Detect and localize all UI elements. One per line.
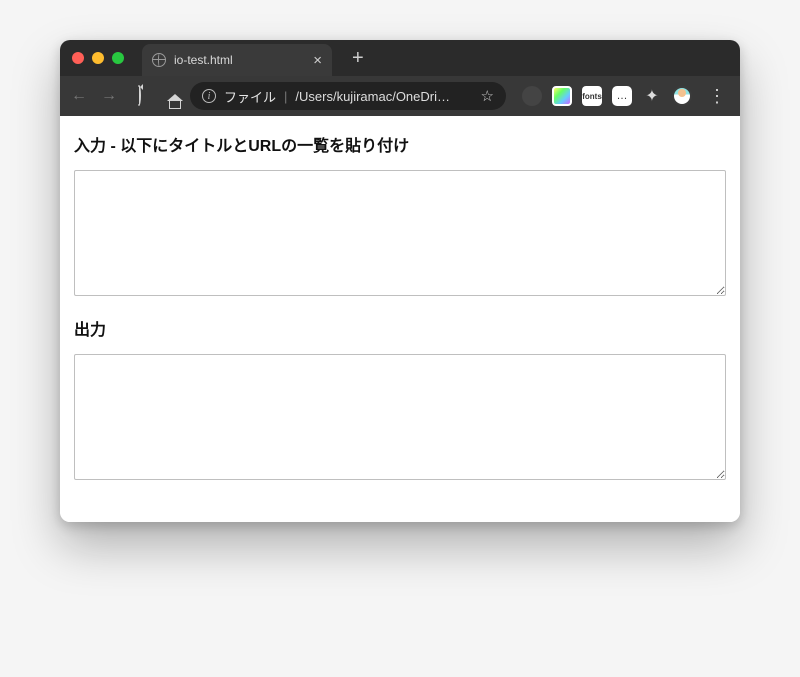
extensions-menu-icon[interactable]: ✦ [642,86,662,106]
tab-title: io-test.html [174,53,305,67]
window-zoom-button[interactable] [112,52,124,64]
browser-menu-button[interactable]: ⋮ [704,86,730,107]
tab-close-button[interactable]: × [313,53,322,68]
output-heading: 出力 [74,316,726,340]
globe-icon [152,53,166,67]
reload-button[interactable] [130,87,148,105]
profile-avatar-icon[interactable] [672,86,692,106]
extension-fonts-icon[interactable]: fonts [582,86,602,106]
new-tab-button[interactable]: + [348,48,368,68]
reload-icon [137,85,141,106]
output-textarea[interactable] [74,354,726,480]
address-bar[interactable]: i ファイル | /Users/kujiramac/OneDri… ☆ [190,82,506,110]
window-controls [72,52,124,64]
extension-speech-icon[interactable]: … [612,86,632,106]
address-scheme: ファイル [224,87,276,106]
back-button[interactable]: ← [70,87,88,105]
forward-button[interactable]: → [100,87,118,105]
window-close-button[interactable] [72,52,84,64]
browser-toolbar: ← → i ファイル | /Users/kujiramac/OneDri… ☆ … [60,76,740,116]
extension-bulb-icon[interactable] [522,86,542,106]
window-minimize-button[interactable] [92,52,104,64]
bookmark-star-icon[interactable]: ☆ [481,87,494,105]
site-info-icon[interactable]: i [202,89,216,103]
browser-tab[interactable]: io-test.html × [142,44,332,76]
extension-rainbow-icon[interactable] [552,86,572,106]
tab-bar: io-test.html × + [60,40,740,76]
address-path: /Users/kujiramac/OneDri… [295,89,450,104]
address-separator: | [284,89,287,104]
page-content: 入力 - 以下にタイトルとURLの一覧を貼り付け 出力 [60,116,740,522]
extension-icons: fonts … ✦ [518,86,692,106]
input-textarea[interactable] [74,170,726,296]
input-heading: 入力 - 以下にタイトルとURLの一覧を貼り付け [74,132,726,156]
browser-window: io-test.html × + ← → i ファイル | /Users/kuj… [60,40,740,522]
